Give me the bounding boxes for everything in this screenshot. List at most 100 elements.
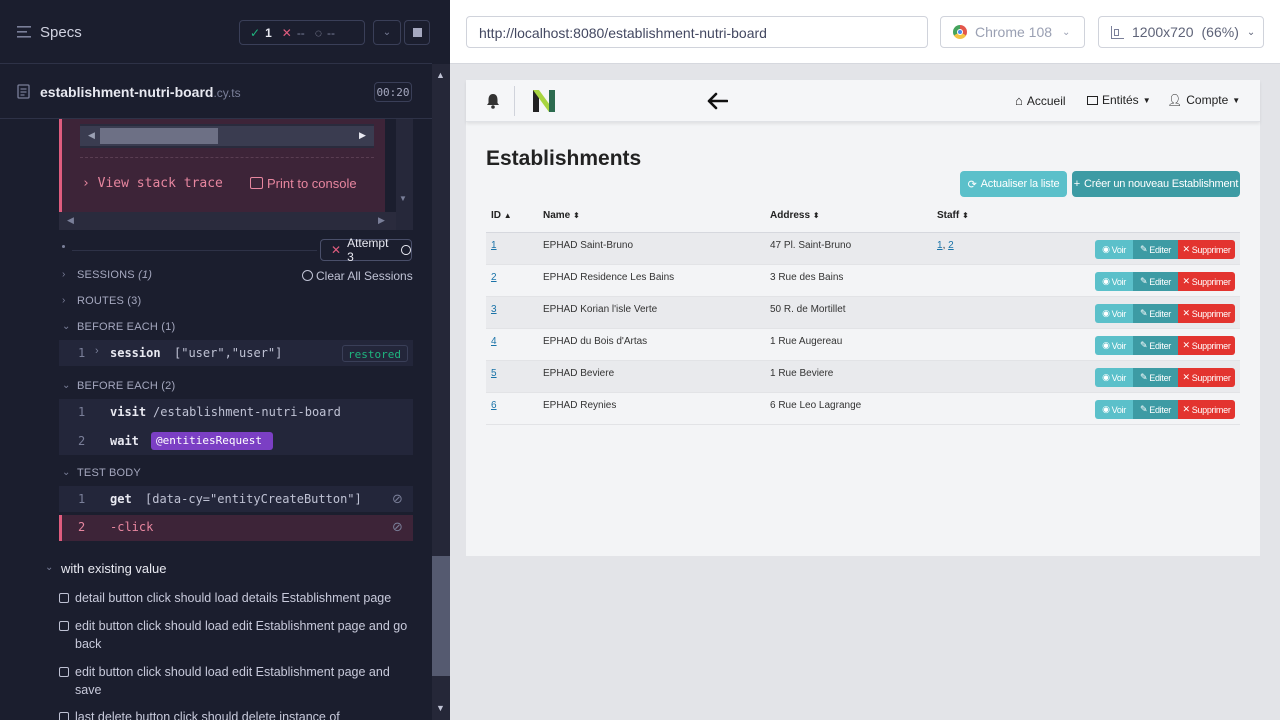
staff-link[interactable]: 2 — [948, 240, 954, 251]
view-button[interactable]: ◉ Voir — [1095, 400, 1133, 419]
sessions-section[interactable]: SESSIONS (1) — [77, 269, 152, 281]
chevron-right-icon[interactable]: › — [95, 345, 99, 357]
view-button[interactable]: ◉ Voir — [1095, 368, 1133, 387]
edit-button[interactable]: ✎ Editer — [1133, 400, 1178, 419]
before-each-2-section[interactable]: BEFORE EACH (2) — [77, 380, 175, 392]
view-label: Voir — [1111, 404, 1127, 415]
view-button[interactable]: ◉ Voir — [1095, 304, 1133, 323]
column-header-id[interactable]: ID ▲ — [491, 210, 512, 221]
edit-button[interactable]: ✎ Editer — [1133, 304, 1178, 323]
delete-button[interactable]: ✕ Supprimer — [1178, 368, 1235, 387]
nav-home-link[interactable]: ⌂ Accueil — [1015, 93, 1066, 108]
scroll-down-icon[interactable]: ▼ — [436, 703, 445, 713]
view-button[interactable]: ◉ Voir — [1095, 336, 1133, 355]
test-status-icon — [59, 712, 69, 720]
spec-file-name[interactable]: establishment-nutri-board.cy.ts — [40, 84, 241, 100]
suite-title[interactable]: with existing value — [61, 561, 167, 576]
delete-button[interactable]: ✕ Supprimer — [1178, 240, 1235, 259]
delete-button[interactable]: ✕ Supprimer — [1178, 304, 1235, 323]
error-vertical-scrollbar[interactable] — [396, 119, 413, 230]
test-title[interactable]: edit button click should load edit Estab… — [75, 663, 415, 699]
stop-button[interactable] — [404, 20, 430, 45]
scroll-left-icon[interactable]: ◀ — [88, 130, 95, 141]
chevron-down-icon[interactable]: ⌄ — [62, 467, 70, 478]
bell-icon[interactable] — [486, 93, 500, 109]
test-title[interactable]: detail button click should load details … — [75, 589, 415, 607]
code-frame-scrollbar-thumb[interactable] — [100, 128, 218, 144]
view-button[interactable]: ◉ Voir — [1095, 240, 1133, 259]
test-status-icon — [59, 593, 69, 603]
before-each-1-section[interactable]: BEFORE EACH (1) — [77, 321, 175, 333]
chevron-right-icon[interactable]: › — [62, 269, 65, 280]
scroll-up-icon[interactable]: ▲ — [436, 70, 445, 80]
row-id-link[interactable]: 5 — [491, 368, 497, 379]
viewport-size: 1200x720 — [1132, 24, 1194, 40]
view-button[interactable]: ◉ Voir — [1095, 272, 1133, 291]
refresh-list-button[interactable]: ⟳ Actualiser la liste — [960, 171, 1067, 197]
test-body-section[interactable]: TEST BODY — [77, 467, 141, 479]
eye-icon: ◉ — [1102, 276, 1110, 286]
url-bar[interactable]: http://localhost:8080/establishment-nutr… — [466, 16, 928, 48]
edit-label: Editer — [1149, 276, 1171, 287]
print-to-console-button[interactable]: Print to console — [250, 176, 357, 191]
specs-label[interactable]: Specs — [40, 24, 82, 41]
attempt-badge[interactable]: ✕ Attempt 3 — [320, 236, 412, 264]
chevron-down-icon: ⌄ — [382, 27, 392, 38]
table-icon — [1087, 95, 1098, 105]
edit-button[interactable]: ✎ Editer — [1133, 336, 1178, 355]
row-address: 3 Rue des Bains — [770, 272, 844, 283]
row-id-link[interactable]: 2 — [491, 272, 497, 283]
error-horizontal-scrollbar[interactable] — [59, 212, 396, 230]
pencil-icon: ✎ — [1140, 276, 1148, 286]
edit-label: Editer — [1149, 372, 1171, 383]
chevron-down-icon[interactable]: ⌄ — [62, 380, 70, 391]
column-header-name[interactable]: Name ⬍ — [543, 210, 580, 221]
specs-menu-icon[interactable] — [17, 26, 31, 38]
eye-slash-icon[interactable]: ⊘ — [392, 491, 403, 507]
edit-button[interactable]: ✎ Editer — [1133, 272, 1178, 291]
edit-button[interactable]: ✎ Editer — [1133, 240, 1178, 259]
delete-button[interactable]: ✕ Supprimer — [1178, 400, 1235, 419]
nav-entities-dropdown[interactable]: Entités ▼ — [1087, 93, 1151, 107]
times-icon: ✕ — [1182, 372, 1190, 382]
command-name[interactable]: visit — [110, 405, 146, 419]
command-name[interactable]: wait — [110, 434, 139, 448]
browser-selector[interactable]: Chrome 108 ⌄ — [940, 16, 1085, 48]
view-label: Voir — [1111, 372, 1127, 383]
scroll-right-icon[interactable]: ▶ — [378, 215, 385, 226]
logo-icon[interactable] — [531, 88, 557, 114]
viewport-selector[interactable]: 1200x720 (66%) ⌄ — [1098, 16, 1264, 48]
failed-count: -- — [296, 25, 305, 40]
view-stack-trace-link[interactable]: › View stack trace — [82, 176, 223, 191]
clear-all-sessions-button[interactable]: Clear All Sessions — [302, 269, 413, 283]
test-title[interactable]: edit button click should load edit Estab… — [75, 617, 415, 653]
chevron-down-icon[interactable]: ⌄ — [62, 321, 70, 332]
view-label: Voir — [1111, 340, 1127, 351]
column-header-staff[interactable]: Staff ⬍ — [937, 210, 969, 221]
plus-icon: + — [1073, 178, 1080, 190]
eye-slash-icon[interactable]: ⊘ — [392, 519, 403, 535]
attempt-label: Attempt 3 — [347, 236, 389, 264]
chevron-down-icon[interactable]: ⌄ — [45, 562, 53, 573]
scroll-down-icon[interactable]: ▼ — [399, 194, 407, 203]
routes-section[interactable]: ROUTES (3) — [77, 295, 141, 307]
command-log-scrollbar-thumb[interactable] — [432, 556, 450, 676]
edit-button[interactable]: ✎ Editer — [1133, 368, 1178, 387]
nav-account-dropdown[interactable]: 👤︎ Compte ▼ — [1167, 93, 1240, 107]
dropdown-button[interactable]: ⌄ — [373, 20, 401, 45]
delete-button[interactable]: ✕ Supprimer — [1178, 336, 1235, 355]
chevron-right-icon[interactable]: › — [62, 295, 65, 306]
scroll-right-icon[interactable]: ▶ — [359, 130, 366, 141]
divider — [72, 250, 317, 251]
arrow-left-icon[interactable] — [706, 92, 728, 110]
delete-button[interactable]: ✕ Supprimer — [1178, 272, 1235, 291]
row-id-link[interactable]: 6 — [491, 400, 497, 411]
sessions-count: (1) — [138, 269, 153, 281]
test-title[interactable]: last delete button click should delete i… — [75, 708, 415, 720]
row-id-link[interactable]: 3 — [491, 304, 497, 315]
create-establishment-button[interactable]: + Créer un nouveau Establishment — [1072, 171, 1240, 197]
scroll-left-icon[interactable]: ◀ — [67, 215, 74, 226]
row-id-link[interactable]: 4 — [491, 336, 497, 347]
row-id-link[interactable]: 1 — [491, 240, 497, 251]
column-header-address[interactable]: Address ⬍ — [770, 210, 820, 221]
